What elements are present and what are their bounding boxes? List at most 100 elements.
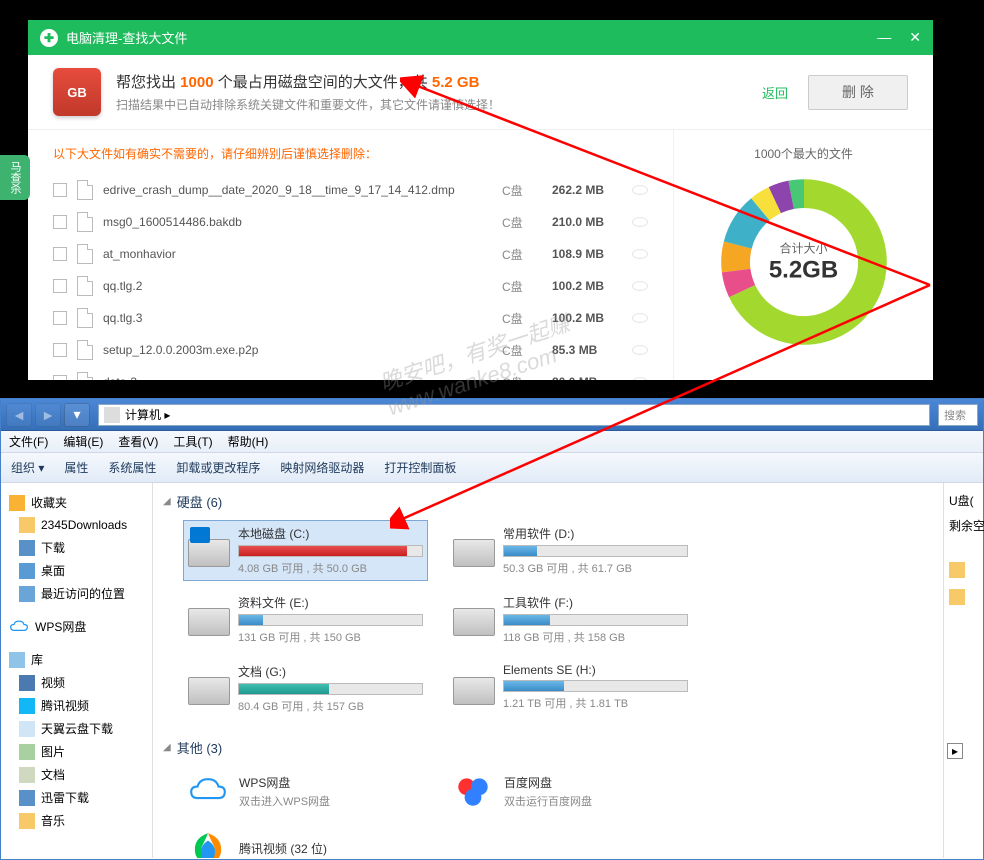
search-box[interactable]: 搜索 [938, 404, 978, 426]
sidebar-item[interactable]: 最近访问的位置 [1, 582, 152, 605]
toolbar-item[interactable]: 系统属性 [108, 459, 156, 476]
eye-icon[interactable] [632, 217, 648, 227]
other-name: 腾讯视频 (32 位) [239, 840, 327, 857]
sidebar-item[interactable]: 图片 [1, 740, 152, 763]
sidebar-item[interactable]: 2345Downloads [1, 514, 152, 536]
other-item[interactable]: WPS网盘双击进入WPS网盘 [183, 766, 428, 816]
sidebar-item[interactable]: 音乐 [1, 809, 152, 832]
drive-item[interactable]: Elements SE (H:)1.21 TB 可用 , 共 1.81 TB [448, 658, 693, 719]
eye-icon[interactable] [632, 345, 648, 355]
eye-icon[interactable] [632, 313, 648, 323]
file-disk: C盘 [502, 246, 552, 263]
drive-icon [453, 663, 495, 705]
file-row[interactable]: qq.tlg.3C盘100.2 MB [53, 302, 648, 334]
drive-item[interactable]: 本地磁盘 (C:)4.08 GB 可用 , 共 50.0 GB [183, 520, 428, 581]
delete-button[interactable]: 删 除 [808, 75, 908, 110]
toolbar-item[interactable]: 属性 [64, 459, 88, 476]
nav-dropdown-button[interactable]: ▾ [64, 403, 90, 427]
sidebar-item[interactable]: 迅雷下载 [1, 786, 152, 809]
folder-icon [19, 813, 35, 829]
other-item[interactable]: 腾讯视频 (32 位) [183, 824, 428, 858]
checkbox-icon[interactable] [53, 343, 67, 357]
nav-back-button[interactable]: ◄ [6, 403, 32, 427]
toolbar-item[interactable]: 映射网络驱动器 [280, 459, 364, 476]
sidebar: 收藏夹2345Downloads下载桌面最近访问的位置 WPS网盘库视频腾讯视频天… [1, 483, 153, 858]
menu-item[interactable]: 查看(V) [118, 433, 158, 450]
file-icon [77, 180, 93, 200]
file-row[interactable]: at_monhaviorC盘108.9 MB [53, 238, 648, 270]
file-icon [77, 212, 93, 232]
file-disk: C盘 [502, 374, 552, 381]
address-path: 计算机 ▸ [125, 406, 170, 423]
checkbox-icon[interactable] [53, 247, 67, 261]
toolbar-item[interactable]: 组织 ▾ [11, 459, 44, 476]
file-row[interactable]: qq.tlg.2C盘100.2 MB [53, 270, 648, 302]
file-icon [77, 372, 93, 380]
file-row[interactable]: edrive_crash_dump__date_2020_9_18__time_… [53, 174, 648, 206]
file-row[interactable]: setup_12.0.0.2003m.exe.p2pC盘85.3 MB [53, 334, 648, 366]
drive-item[interactable]: 资料文件 (E:)131 GB 可用 , 共 150 GB [183, 589, 428, 650]
sidebar-item[interactable]: 天翼云盘下载 [1, 717, 152, 740]
eye-icon[interactable] [632, 185, 648, 195]
checkbox-icon[interactable] [53, 183, 67, 197]
eye-icon[interactable] [632, 377, 648, 380]
checkbox-icon[interactable] [53, 311, 67, 325]
eye-icon[interactable] [632, 281, 648, 291]
toolbar: 组织 ▾ 属性 系统属性 卸载或更改程序 映射网络驱动器 打开控制面板 [1, 453, 983, 483]
back-link[interactable]: 返回 [762, 83, 788, 102]
file-name: edrive_crash_dump__date_2020_9_18__time_… [103, 183, 502, 197]
drive-icon [188, 594, 230, 636]
side-tab[interactable]: 马查杀 [0, 155, 30, 200]
menu-item[interactable]: 文件(F) [9, 433, 48, 450]
file-name: msg0_1600514486.bakdb [103, 215, 502, 229]
other-item[interactable]: 百度网盘双击运行百度网盘 [448, 766, 693, 816]
dl-icon [19, 790, 35, 806]
app-icon [452, 770, 494, 812]
section-other[interactable]: ◢其他 (3) [163, 734, 933, 761]
sidebar-item[interactable]: 文档 [1, 763, 152, 786]
scroll-right-button[interactable]: ▸ [947, 743, 963, 759]
file-size: 100.2 MB [552, 279, 632, 293]
toolbar-item[interactable]: 卸载或更改程序 [176, 459, 260, 476]
checkbox-icon[interactable] [53, 279, 67, 293]
sidebar-item[interactable]: 视频 [1, 671, 152, 694]
minimize-button[interactable]: — [877, 29, 891, 46]
menubar: 文件(F) 编辑(E) 查看(V) 工具(T) 帮助(H) [1, 431, 983, 453]
folder-icon[interactable] [949, 589, 965, 605]
drive-item[interactable]: 文档 (G:)80.4 GB 可用 , 共 157 GB [183, 658, 428, 719]
sidebar-item[interactable]: 库 [1, 648, 152, 671]
file-row[interactable]: msg0_1600514486.bakdbC盘210.0 MB [53, 206, 648, 238]
checkbox-icon[interactable] [53, 375, 67, 380]
drive-name: 工具软件 (F:) [503, 594, 688, 611]
drive-item[interactable]: 工具软件 (F:)118 GB 可用 , 共 158 GB [448, 589, 693, 650]
donut-value: 5.2GB [769, 257, 838, 285]
file-name: qq.tlg.3 [103, 311, 502, 325]
eye-icon[interactable] [632, 249, 648, 259]
nav-forward-button[interactable]: ► [35, 403, 61, 427]
section-disks[interactable]: ◢硬盘 (6) [163, 488, 933, 515]
address-bar[interactable]: 计算机 ▸ [98, 404, 930, 426]
header-text: 帮您找出 1000 个最占用磁盘空间的大文件，共 5.2 GB 扫描结果中已自动… [116, 71, 500, 113]
drive-name: 常用软件 (D:) [503, 525, 688, 542]
sidebar-item[interactable]: 下载 [1, 536, 152, 559]
dl-icon [19, 540, 35, 556]
drive-item[interactable]: 常用软件 (D:)50.3 GB 可用 , 共 61.7 GB [448, 520, 693, 581]
donut-chart: 合计大小 5.2GB [714, 172, 894, 352]
file-disk: C盘 [502, 278, 552, 295]
close-button[interactable]: ✕ [909, 29, 921, 46]
sidebar-item[interactable]: 桌面 [1, 559, 152, 582]
qq-icon [19, 698, 35, 714]
folder-icon[interactable] [949, 562, 965, 578]
menu-item[interactable]: 编辑(E) [63, 433, 103, 450]
menu-item[interactable]: 帮助(H) [228, 433, 269, 450]
menu-item[interactable]: 工具(T) [173, 433, 212, 450]
sidebar-item[interactable]: 收藏夹 [1, 491, 152, 514]
checkbox-icon[interactable] [53, 215, 67, 229]
sidebar-item-wps[interactable]: WPS网盘 [1, 615, 152, 638]
app-icon [187, 828, 229, 858]
file-row[interactable]: data-3C盘80.0 MB [53, 366, 648, 380]
toolbar-item[interactable]: 打开控制面板 [384, 459, 456, 476]
sidebar-item[interactable]: 腾讯视频 [1, 694, 152, 717]
file-name: qq.tlg.2 [103, 279, 502, 293]
folder-icon [19, 517, 35, 533]
